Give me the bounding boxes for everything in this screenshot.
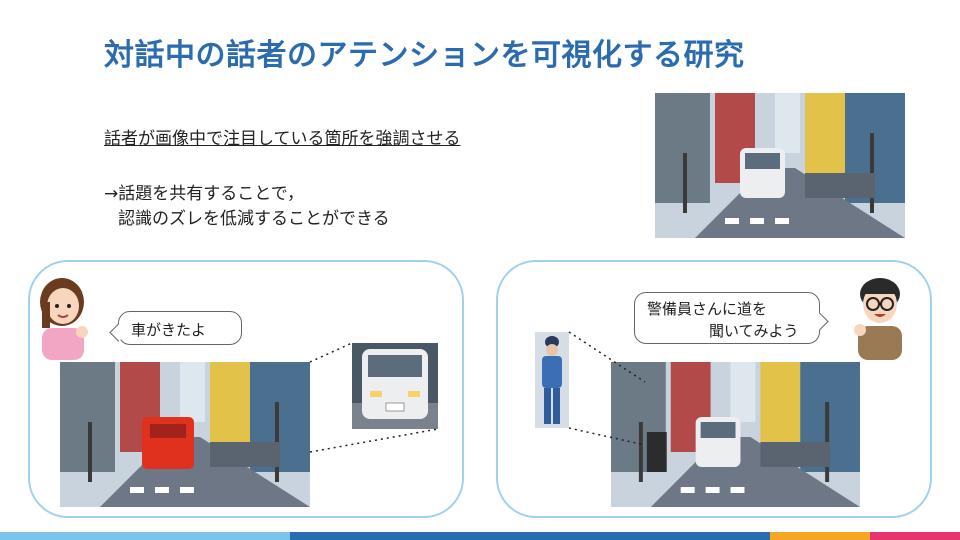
- footer-bar-segment-2: [290, 532, 770, 540]
- footer-bar-segment-4: [870, 532, 960, 540]
- footer-bar-segment-1: [0, 532, 290, 540]
- footer-bar-segment-3: [770, 532, 870, 540]
- right-zoom-connector: [568, 331, 646, 446]
